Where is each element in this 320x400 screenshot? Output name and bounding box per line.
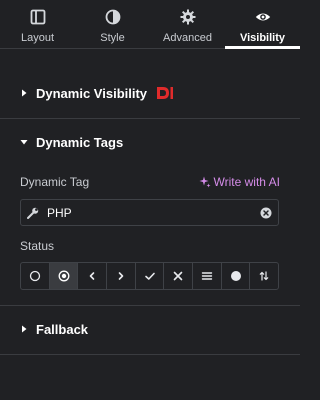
status-option-empty-circle[interactable] xyxy=(21,263,50,289)
section-dynamic-tags-title: Dynamic Tags xyxy=(36,134,124,150)
caret-right-icon xyxy=(22,89,27,97)
menu-lines-icon xyxy=(201,272,213,280)
section-dynamic-tags[interactable]: Dynamic Tags xyxy=(0,118,300,166)
status-option-chevron-right[interactable] xyxy=(107,263,136,289)
half-circle-icon xyxy=(105,9,120,25)
x-icon xyxy=(173,271,183,281)
chevron-right-icon xyxy=(118,272,124,280)
status-option-x[interactable] xyxy=(164,263,194,289)
status-option-menu-lines[interactable] xyxy=(193,263,222,289)
status-option-check[interactable] xyxy=(136,263,165,289)
tab-visibility-label: Visibility xyxy=(239,32,286,44)
write-with-ai-label: Write with AI xyxy=(213,175,280,189)
section-dynamic-visibility-title: Dynamic Visibility xyxy=(36,85,148,101)
caret-down-icon xyxy=(20,140,28,145)
wrench-icon xyxy=(27,207,39,219)
tab-layout-label: Layout xyxy=(20,32,55,44)
status-button-group xyxy=(20,262,279,290)
eye-icon xyxy=(255,13,270,21)
layout-icon xyxy=(30,9,45,25)
dynamic-tag-label: Dynamic Tag xyxy=(20,175,90,189)
section-fallback[interactable]: Fallback xyxy=(0,305,300,353)
filled-circle-icon xyxy=(230,271,241,281)
tab-style-label: Style xyxy=(100,32,125,44)
section-dynamic-visibility[interactable]: Dynamic Visibility xyxy=(0,69,300,117)
status-option-chevron-left[interactable] xyxy=(78,263,108,289)
tab-advanced-label: Advanced xyxy=(163,32,212,44)
tab-style[interactable]: Style xyxy=(75,0,150,48)
target-circle-icon xyxy=(58,270,69,282)
panel-tabs: Layout Style Advanced Visibility xyxy=(0,0,300,49)
tab-advanced[interactable]: Advanced xyxy=(150,0,225,48)
gear-icon xyxy=(180,9,195,25)
write-with-ai-link[interactable]: Write with AI xyxy=(199,175,280,189)
status-option-filled-circle[interactable] xyxy=(222,263,251,289)
section-divider xyxy=(0,354,300,355)
sparkle-icon xyxy=(199,176,211,188)
tab-layout[interactable]: Layout xyxy=(0,0,75,48)
dynamic-tag-field[interactable]: PHP xyxy=(20,199,279,226)
dynamic-d-logo-icon xyxy=(157,87,174,99)
status-label: Status xyxy=(20,239,55,253)
empty-circle-icon xyxy=(29,270,40,282)
clear-icon[interactable] xyxy=(260,207,272,219)
chevron-left-icon xyxy=(89,272,95,280)
caret-right-icon xyxy=(22,325,27,333)
sort-arrows-icon xyxy=(259,271,269,281)
dynamic-tag-value: PHP xyxy=(47,205,72,220)
tab-visibility[interactable]: Visibility xyxy=(225,0,300,49)
check-icon xyxy=(144,272,155,280)
section-fallback-title: Fallback xyxy=(36,321,89,337)
status-option-sort-arrows[interactable] xyxy=(250,263,278,289)
status-option-target-circle[interactable] xyxy=(49,263,79,289)
